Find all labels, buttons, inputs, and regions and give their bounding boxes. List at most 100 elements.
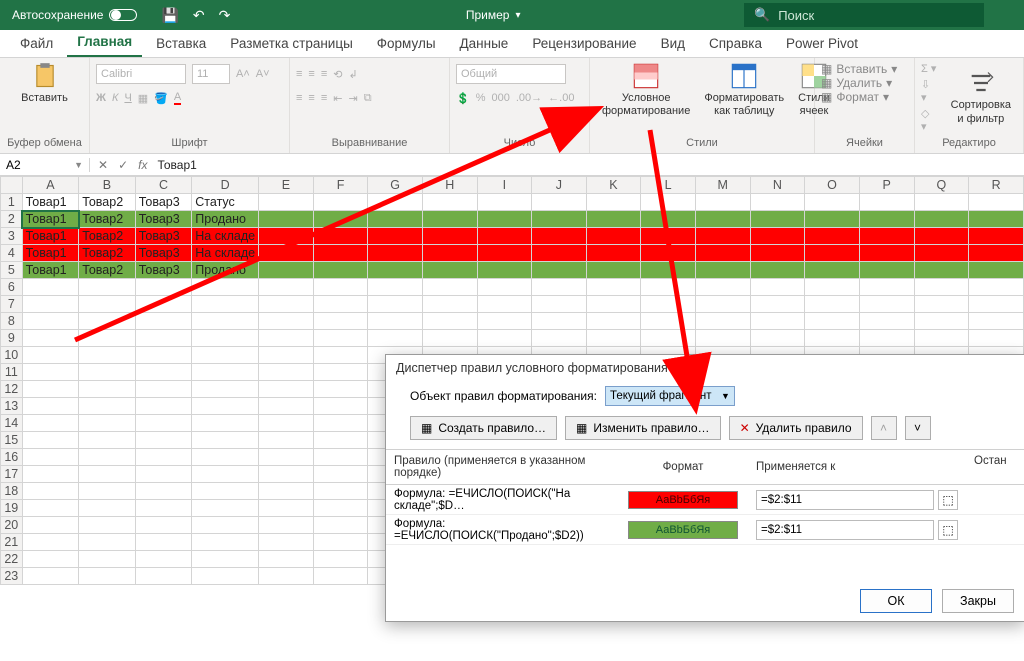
cell[interactable] — [477, 245, 532, 262]
cell[interactable]: Статус — [192, 194, 259, 211]
cell[interactable] — [135, 279, 192, 296]
cell[interactable] — [192, 483, 259, 500]
sort-filter-button[interactable]: Сортировка и фильтр — [945, 62, 1017, 133]
cell[interactable] — [22, 398, 79, 415]
cell[interactable] — [135, 449, 192, 466]
cell[interactable]: Продано — [192, 262, 259, 279]
cell[interactable] — [695, 296, 750, 313]
cell[interactable] — [750, 313, 805, 330]
increase-decimal-icon[interactable]: .00→ — [516, 92, 542, 104]
paste-button[interactable]: Вставить — [6, 62, 83, 105]
cell[interactable] — [313, 568, 368, 585]
cell[interactable] — [259, 483, 314, 500]
cell[interactable] — [313, 534, 368, 551]
cell[interactable] — [192, 381, 259, 398]
cell[interactable] — [641, 228, 696, 245]
cell[interactable] — [750, 245, 805, 262]
cell[interactable] — [79, 568, 136, 585]
font-color-icon[interactable]: A — [174, 91, 181, 105]
cell[interactable] — [22, 551, 79, 568]
col-header[interactable]: J — [532, 177, 587, 194]
cell[interactable] — [192, 466, 259, 483]
cell[interactable]: Товар3 — [135, 262, 192, 279]
cell[interactable] — [313, 432, 368, 449]
cell[interactable] — [641, 245, 696, 262]
cell[interactable] — [313, 245, 368, 262]
cell[interactable] — [859, 262, 914, 279]
cell[interactable] — [259, 551, 314, 568]
cell[interactable] — [79, 330, 136, 347]
cell[interactable]: Товар2 — [79, 194, 136, 211]
cell[interactable] — [259, 245, 314, 262]
cell[interactable] — [368, 279, 423, 296]
move-up-button[interactable]: ˄ — [871, 416, 897, 440]
cell[interactable] — [192, 330, 259, 347]
cell[interactable] — [22, 381, 79, 398]
cell[interactable] — [79, 466, 136, 483]
tab-formulas[interactable]: Формулы — [367, 31, 446, 57]
cell[interactable] — [259, 449, 314, 466]
decrease-font-icon[interactable]: A˅ — [256, 68, 270, 80]
col-header[interactable]: R — [969, 177, 1024, 194]
cell[interactable] — [259, 517, 314, 534]
cell[interactable] — [313, 279, 368, 296]
row-header[interactable]: 13 — [1, 398, 23, 415]
cell[interactable] — [192, 415, 259, 432]
row-header[interactable]: 22 — [1, 551, 23, 568]
cell[interactable] — [422, 330, 477, 347]
cell[interactable] — [259, 398, 314, 415]
cell[interactable] — [477, 330, 532, 347]
cell[interactable]: Товар1 — [22, 228, 79, 245]
cell[interactable] — [22, 364, 79, 381]
cell[interactable] — [641, 296, 696, 313]
cell[interactable] — [422, 194, 477, 211]
search-input[interactable]: 🔍 Поиск — [744, 3, 984, 27]
cell[interactable] — [477, 279, 532, 296]
cell[interactable] — [750, 228, 805, 245]
cell[interactable] — [313, 500, 368, 517]
cell[interactable] — [192, 449, 259, 466]
cell[interactable]: Товар1 — [22, 245, 79, 262]
col-header[interactable]: A — [22, 177, 79, 194]
cell[interactable] — [135, 415, 192, 432]
cell[interactable] — [859, 245, 914, 262]
cell[interactable] — [969, 262, 1024, 279]
bold-icon[interactable]: Ж — [96, 92, 106, 104]
tab-help[interactable]: Справка — [699, 31, 772, 57]
format-cells-button[interactable]: ▦ Формат ▾ — [821, 90, 908, 104]
cell[interactable] — [750, 194, 805, 211]
cell[interactable] — [79, 415, 136, 432]
cell[interactable] — [313, 211, 368, 228]
cell[interactable]: Товар3 — [135, 228, 192, 245]
enter-icon[interactable]: ✓ — [118, 158, 128, 172]
cell[interactable] — [259, 262, 314, 279]
col-header[interactable]: D — [192, 177, 259, 194]
cell[interactable] — [135, 381, 192, 398]
cell[interactable] — [532, 245, 587, 262]
cell[interactable] — [313, 551, 368, 568]
cell[interactable] — [695, 330, 750, 347]
tab-powerpivot[interactable]: Power Pivot — [776, 31, 868, 57]
row-header[interactable]: 12 — [1, 381, 23, 398]
cell[interactable] — [805, 194, 860, 211]
cell[interactable] — [586, 194, 641, 211]
cell[interactable] — [368, 228, 423, 245]
cell[interactable] — [859, 330, 914, 347]
cell[interactable] — [192, 551, 259, 568]
cell[interactable] — [641, 211, 696, 228]
cell[interactable] — [135, 398, 192, 415]
cell[interactable]: На складе — [192, 228, 259, 245]
cell[interactable] — [914, 262, 969, 279]
tab-file[interactable]: Файл — [10, 31, 63, 57]
cell[interactable] — [22, 534, 79, 551]
cell[interactable] — [914, 228, 969, 245]
cell[interactable] — [532, 330, 587, 347]
cell[interactable] — [695, 194, 750, 211]
cell[interactable] — [532, 279, 587, 296]
cell[interactable] — [477, 194, 532, 211]
cell[interactable] — [695, 262, 750, 279]
cell[interactable] — [532, 194, 587, 211]
row-header[interactable]: 4 — [1, 245, 23, 262]
cell[interactable]: Товар1 — [22, 194, 79, 211]
cell[interactable] — [750, 262, 805, 279]
